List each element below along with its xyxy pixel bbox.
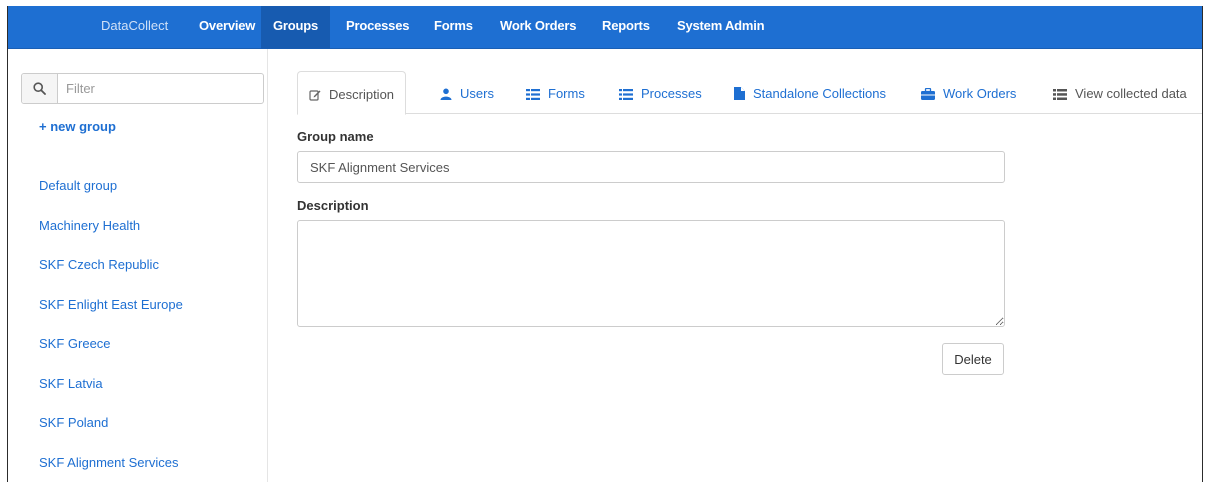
nav-overview[interactable]: Overview (187, 6, 267, 49)
tab-forms[interactable]: Forms (526, 71, 585, 114)
group-list: Default group Machinery Health SKF Czech… (39, 178, 183, 482)
tab-work-orders-label: Work Orders (943, 86, 1017, 101)
tab-processes[interactable]: Processes (619, 71, 702, 114)
group-item-skf-czech-republic[interactable]: SKF Czech Republic (39, 257, 183, 297)
forms-icon (526, 88, 540, 103)
app-window: DataCollect Overview Groups Processes Fo… (7, 6, 1203, 482)
delete-button[interactable]: Delete (942, 343, 1004, 375)
nav-forms[interactable]: Forms (422, 6, 485, 49)
search-icon (22, 74, 58, 103)
tab-users[interactable]: Users (440, 71, 494, 114)
groups-sidebar: + new group Default group Machinery Heal… (8, 49, 268, 482)
tab-work-orders[interactable]: Work Orders (921, 71, 1016, 114)
nav-system-admin[interactable]: System Admin (665, 6, 776, 49)
description-label: Description (297, 198, 369, 213)
nav-reports[interactable]: Reports (590, 6, 662, 49)
brand-link[interactable]: DataCollect (101, 6, 168, 49)
group-item-skf-latvia[interactable]: SKF Latvia (39, 376, 183, 416)
tab-description-label: Description (329, 87, 395, 102)
list-icon (619, 88, 633, 103)
briefcase-icon (921, 87, 935, 103)
group-item-default-group[interactable]: Default group (39, 178, 183, 218)
user-icon (440, 88, 452, 103)
th-list-icon (1053, 88, 1067, 103)
group-item-skf-alignment-services[interactable]: SKF Alignment Services (39, 455, 183, 483)
group-name-label: Group name (297, 129, 374, 144)
group-name-input[interactable] (297, 151, 1005, 183)
file-icon (734, 87, 745, 103)
tab-description[interactable]: Description (297, 71, 407, 115)
tab-view-collected-data[interactable]: View collected data (1053, 71, 1187, 114)
tab-standalone-collections[interactable]: Standalone Collections (734, 71, 886, 114)
description-textarea[interactable] (297, 220, 1005, 327)
new-group-link[interactable]: + new group (39, 119, 116, 134)
filter-input[interactable] (66, 78, 256, 99)
group-item-skf-greece[interactable]: SKF Greece (39, 336, 183, 376)
nav-groups[interactable]: Groups (261, 6, 331, 49)
group-item-skf-enlight-east-europe[interactable]: SKF Enlight East Europe (39, 297, 183, 337)
filter-box (21, 73, 264, 104)
tab-view-collected-data-label: View collected data (1075, 86, 1187, 101)
nav-processes[interactable]: Processes (334, 6, 421, 49)
tab-forms-label: Forms (548, 86, 585, 101)
group-item-skf-poland[interactable]: SKF Poland (39, 415, 183, 455)
tab-processes-label: Processes (641, 86, 702, 101)
group-item-machinery-health[interactable]: Machinery Health (39, 218, 183, 258)
edit-icon (309, 89, 321, 104)
tab-standalone-collections-label: Standalone Collections (753, 86, 886, 101)
top-navbar: DataCollect Overview Groups Processes Fo… (8, 6, 1202, 49)
tab-users-label: Users (460, 86, 494, 101)
nav-work-orders[interactable]: Work Orders (488, 6, 588, 49)
group-tabs: Description Users Forms Processes Standa… (297, 71, 1202, 115)
